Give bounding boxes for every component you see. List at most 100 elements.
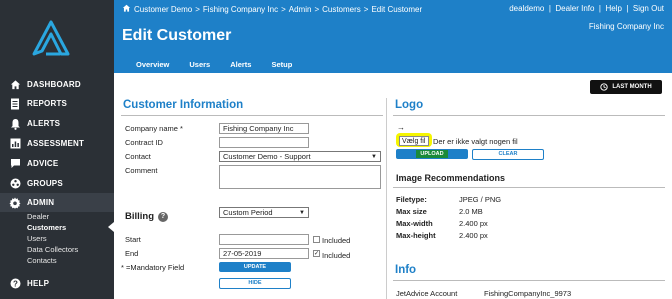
sidebar-item-label: ADMIN: [27, 198, 55, 207]
max-width-value: 2.400 px: [459, 219, 488, 228]
sidebar-item-label: ALERTS: [27, 119, 61, 128]
breadcrumb-separator: >: [314, 4, 320, 14]
company-name-field[interactable]: Fishing Company Inc: [219, 123, 309, 134]
last-month-button[interactable]: LAST MONTH: [590, 80, 662, 94]
sidebar-sub-dealer[interactable]: Dealer: [27, 212, 49, 221]
end-date-field[interactable]: 27-05-2019: [219, 248, 309, 259]
column-divider: [386, 98, 387, 299]
account-value: FishingCompanyInc_9973: [484, 289, 572, 298]
sidebar-item-label: ADVICE: [27, 159, 59, 168]
sidebar-item-label: REPORTS: [27, 99, 68, 108]
comment-textarea[interactable]: [219, 165, 381, 189]
mandatory-note: * =Mandatory Field: [121, 263, 185, 272]
contact-select[interactable]: Customer Demo - Support ▼: [219, 151, 381, 162]
logo-title: Logo: [395, 99, 424, 111]
breadcrumb-current: Edit Customer: [371, 4, 423, 14]
breadcrumb-fishing-company[interactable]: Fishing Company Inc: [203, 5, 278, 14]
sidebar-item-groups[interactable]: GROUPS: [0, 174, 114, 193]
sidebar-sub-users[interactable]: Users: [27, 234, 47, 243]
contact-select-value: Customer Demo - Support: [223, 152, 311, 161]
top-links[interactable]: dealdemo | Dealer Info | Help | Sign Out: [509, 4, 664, 13]
divider: [121, 115, 383, 116]
comment-label: Comment: [125, 166, 158, 175]
last-month-label: LAST MONTH: [612, 84, 652, 90]
chart-icon: [9, 138, 21, 150]
account-label: JetAdvice Account: [396, 289, 458, 298]
info-title: Info: [395, 264, 417, 276]
filetype-label: Filetype:: [396, 195, 427, 204]
no-file-text: Der er ikke valgt nogen fil: [433, 137, 518, 146]
max-size-value: 2.0 MB: [459, 207, 483, 216]
update-button[interactable]: UPDATE: [219, 262, 291, 272]
clear-button[interactable]: CLEAR: [472, 149, 544, 160]
start-included-label: Included: [322, 236, 351, 245]
home-icon[interactable]: [122, 4, 131, 14]
sidebar-item-label: ASSESSMENT: [27, 139, 85, 148]
start-label: Start: [125, 235, 141, 244]
max-width-label: Max-width: [396, 219, 433, 228]
sidebar-item-advice[interactable]: ADVICE: [0, 154, 114, 173]
end-included-label: Included: [322, 251, 351, 260]
max-height-value: 2.400 px: [459, 231, 488, 240]
upload-label: UPLOAD: [416, 150, 448, 158]
max-height-label: Max-height: [396, 231, 436, 240]
breadcrumb-customers[interactable]: Customers: [322, 5, 361, 14]
tab-bar: Overview Users Alerts Setup: [126, 58, 302, 77]
gear-icon: [9, 197, 21, 209]
contact-label: Contact: [125, 152, 151, 161]
help-icon[interactable]: ?: [158, 212, 168, 222]
image-rec-title: Image Recommendations: [396, 173, 506, 183]
sidebar-item-admin[interactable]: ADMIN: [0, 193, 114, 212]
header: Customer Demo > Fishing Company Inc > Ad…: [114, 0, 672, 77]
choose-file-button[interactable]: Vælg fil: [399, 136, 429, 146]
sidebar-sub-customers[interactable]: Customers: [27, 223, 66, 232]
filetype-value: JPEG / PNG: [459, 195, 502, 204]
sidebar-item-alerts[interactable]: ALERTS: [0, 114, 114, 133]
chevron-down-icon: ▼: [299, 210, 305, 216]
tab-alerts[interactable]: Alerts: [220, 58, 261, 73]
help-icon: ?: [9, 278, 21, 290]
bell-icon: [9, 118, 21, 130]
sidebar: DASHBOARD REPORTS ALERTS ASSESSMENT ADVI…: [0, 0, 114, 299]
max-size-label: Max size: [396, 207, 427, 216]
tab-users[interactable]: Users: [179, 58, 220, 73]
sidebar-item-assessment[interactable]: ASSESSMENT: [0, 134, 114, 153]
start-date-field[interactable]: [219, 234, 309, 245]
company-name-label: Company name *: [125, 124, 183, 133]
sidebar-item-label: HELP: [27, 279, 50, 288]
sidebar-sub-data-collectors[interactable]: Data Collectors: [27, 245, 78, 254]
breadcrumb-admin[interactable]: Admin: [289, 5, 312, 14]
start-included-checkbox[interactable]: [313, 236, 320, 243]
sidebar-item-reports[interactable]: REPORTS: [0, 94, 114, 113]
billing-period-select[interactable]: Custom Period ▼: [219, 207, 309, 218]
breadcrumb-separator: >: [281, 4, 286, 14]
sidebar-item-help[interactable]: ? HELP: [0, 274, 114, 293]
history-icon: [600, 83, 609, 91]
contract-id-field[interactable]: [219, 137, 309, 148]
sidebar-item-label: GROUPS: [27, 179, 63, 188]
end-included-checkbox[interactable]: ✓: [313, 250, 320, 257]
customer-info-title: Customer Information: [123, 99, 244, 111]
divider: [393, 280, 665, 281]
home-icon: [9, 79, 21, 91]
jetadvice-logo[interactable]: [30, 18, 72, 60]
arrow-right-icon: →: [397, 123, 405, 132]
svg-text:?: ?: [12, 279, 17, 288]
groups-icon: [9, 178, 21, 190]
upload-button[interactable]: UPLOAD: [396, 149, 468, 159]
breadcrumb-customer-demo[interactable]: Customer Demo: [134, 5, 192, 14]
sidebar-item-label: DASHBOARD: [27, 80, 81, 89]
tab-overview[interactable]: Overview: [126, 58, 179, 77]
chat-icon: [9, 158, 21, 170]
billing-title: Billing: [125, 211, 155, 222]
page-title: Edit Customer: [122, 27, 232, 44]
sidebar-item-dashboard[interactable]: DASHBOARD: [0, 75, 114, 94]
sidebar-sub-contacts[interactable]: Contacts: [27, 256, 57, 265]
current-company: Fishing Company Inc: [588, 22, 664, 31]
hide-button[interactable]: HIDE: [219, 278, 291, 289]
active-indicator: [108, 222, 114, 232]
divider: [393, 187, 665, 188]
tab-setup[interactable]: Setup: [261, 58, 302, 73]
document-icon: [9, 98, 21, 110]
billing-period-value: Custom Period: [223, 208, 273, 217]
